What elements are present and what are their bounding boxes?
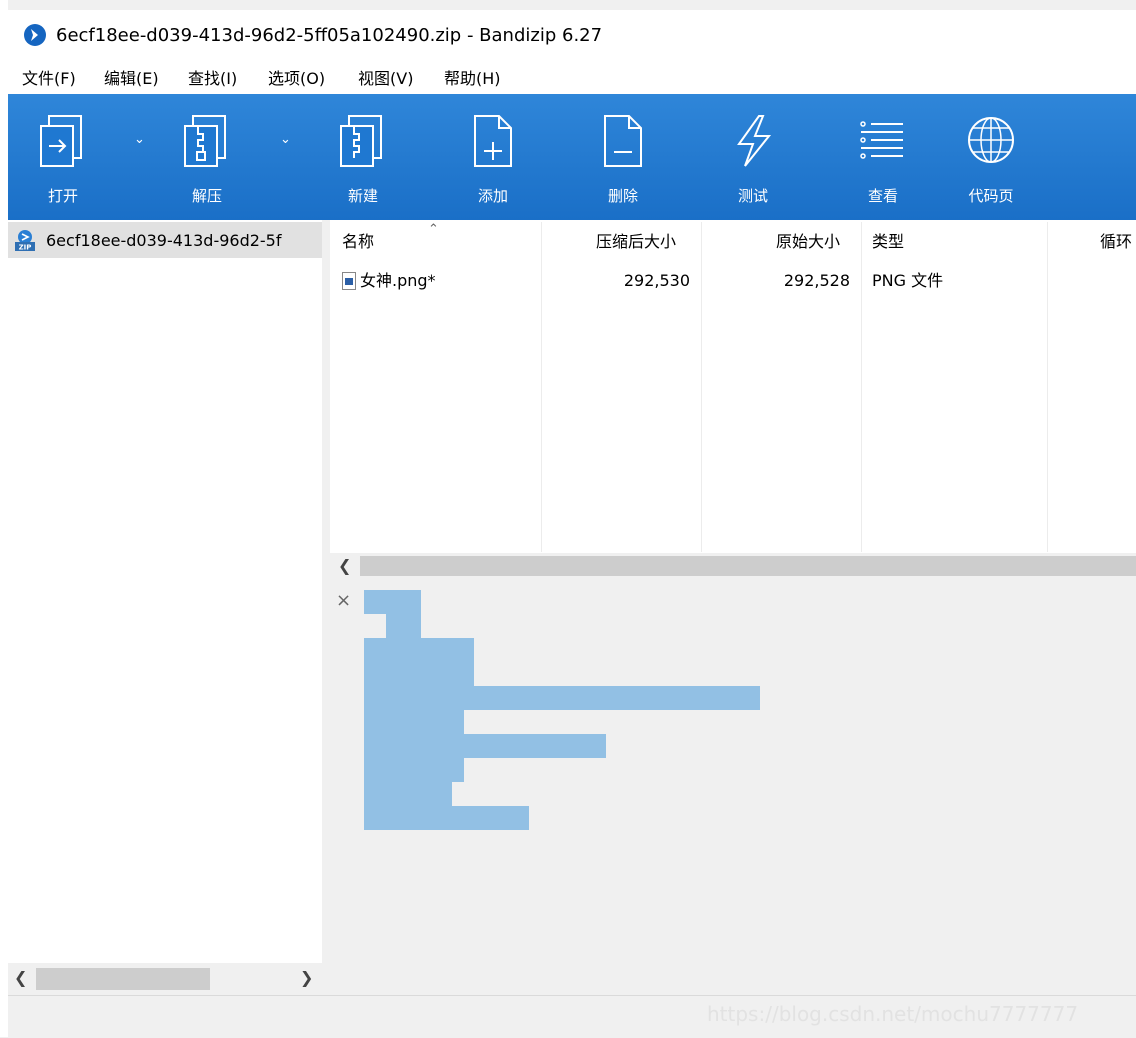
bandizip-logo-icon (24, 24, 46, 46)
packed-size-cell: 292,530 (623, 271, 690, 290)
scroll-right-arrow-icon[interactable]: ❯ (300, 968, 313, 987)
window-title: 6ecf18ee-d039-413d-96d2-5ff05a102490.zip… (56, 25, 603, 46)
open-dropdown-chevron-icon[interactable]: ⌄ (134, 132, 145, 147)
menu-help[interactable]: 帮助(H) (444, 64, 501, 94)
pane-splitter[interactable] (322, 220, 330, 995)
watermark-text: https://blog.csdn.net/mochu7777777 (707, 1002, 1079, 1026)
column-divider (861, 222, 862, 552)
tree-item-label: 6ecf18ee-d039-413d-96d2-5f (46, 231, 282, 250)
delete-file-icon (604, 115, 642, 167)
column-divider (1047, 222, 1048, 552)
column-divider (701, 222, 702, 552)
add-label: 添加 (477, 187, 508, 205)
list-scroll-left-arrow-icon[interactable]: ❮ (338, 556, 351, 575)
list-view-icon (860, 121, 903, 159)
new-archive-button[interactable]: 新建 (308, 94, 418, 220)
menu-view[interactable]: 视图(V) (358, 64, 413, 94)
add-file-icon (474, 115, 512, 167)
open-icon (40, 115, 82, 167)
scroll-left-arrow-icon[interactable]: ❮ (14, 968, 27, 987)
add-button[interactable]: 添加 (438, 94, 548, 220)
menu-find[interactable]: 查找(I) (188, 64, 237, 94)
column-header-name[interactable]: 名称 (342, 230, 374, 254)
new-label: 新建 (347, 187, 378, 205)
open-button[interactable]: 打开 (8, 94, 118, 220)
list-scroll-thumb[interactable] (360, 556, 1136, 576)
menu-edit[interactable]: 编辑(E) (104, 64, 159, 94)
image-preview (364, 590, 760, 830)
test-button[interactable]: 测试 (698, 94, 808, 220)
globe-icon (968, 117, 1014, 163)
new-archive-icon (340, 115, 382, 167)
test-label: 测试 (737, 187, 768, 205)
file-name-cell[interactable]: 女神.png* (360, 269, 436, 293)
column-header-original-size[interactable]: 原始大小 (776, 230, 840, 254)
codepage-label: 代码页 (968, 187, 1014, 205)
menu-bar: 文件(F) 编辑(E) 查找(I) 选项(O) 视图(V) 帮助(H) (8, 64, 1136, 94)
extract-dropdown-chevron-icon[interactable]: ⌄ (280, 132, 291, 147)
window-edge (0, 0, 8, 1037)
open-label: 打开 (47, 187, 78, 205)
column-header-type[interactable]: 类型 (872, 230, 904, 254)
file-list (330, 220, 1136, 553)
sort-ascending-icon: ⌃ (428, 222, 439, 237)
extract-label: 解压 (191, 187, 222, 205)
file-type-cell: PNG 文件 (872, 271, 944, 290)
svg-text:ZIP: ZIP (19, 244, 32, 252)
codepage-button[interactable]: 代码页 (936, 94, 1046, 220)
toolbar: 打开 ⌄ 解压 ⌄ 新建 添加 删除 测试 查看 代码页 (8, 94, 1136, 220)
original-size-cell: 292,528 (783, 271, 850, 290)
menu-options[interactable]: 选项(O) (268, 64, 325, 94)
view-label: 查看 (867, 187, 898, 205)
delete-button[interactable]: 删除 (568, 94, 678, 220)
menu-file[interactable]: 文件(F) (22, 64, 76, 94)
column-header-packed-size[interactable]: 压缩后大小 (596, 230, 676, 254)
extract-icon (184, 115, 226, 167)
tree-scroll-thumb[interactable] (36, 968, 210, 990)
close-preview-icon[interactable]: × (336, 590, 351, 611)
extract-button[interactable]: 解压 (152, 94, 262, 220)
delete-label: 删除 (607, 187, 638, 205)
column-header-crc[interactable]: 循环 (1100, 230, 1132, 254)
zip-archive-icon: ZIP (15, 230, 35, 252)
lightning-icon (737, 115, 772, 167)
column-divider (541, 222, 542, 552)
view-button[interactable]: 查看 (828, 94, 938, 220)
png-file-icon (342, 272, 356, 290)
folder-tree (8, 220, 322, 995)
